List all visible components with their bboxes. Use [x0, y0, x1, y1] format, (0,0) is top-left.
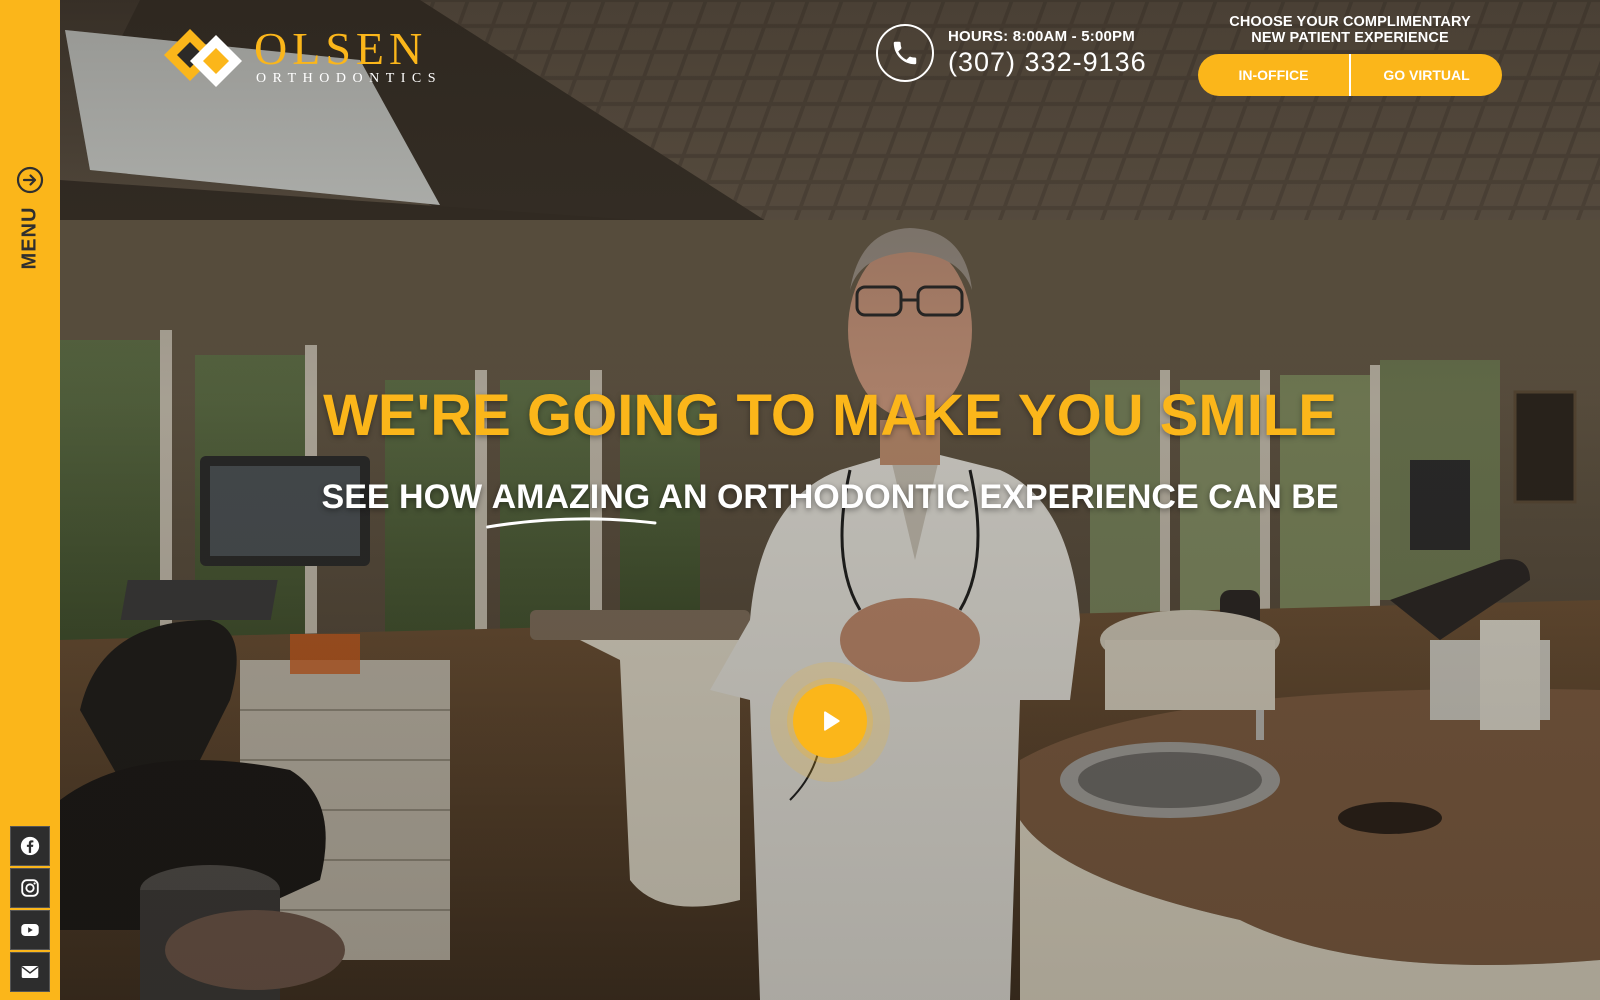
cta-button-group: IN-OFFICE GO VIRTUAL [1198, 54, 1502, 96]
play-video-button[interactable] [793, 684, 867, 758]
logo-tagline: ORTHODONTICS [256, 71, 443, 86]
hero-subheadline: SEE HOW AMAZING AN ORTHODONTIC EXPERIENC… [60, 478, 1600, 529]
new-patient-cta: CHOOSE YOUR COMPLIMENTARY NEW PATIENT EX… [1198, 14, 1502, 96]
subheadline-emphasis: AMAZING [485, 478, 657, 529]
underline-swoosh-icon [485, 517, 657, 529]
hero-headline: WE'RE GOING TO MAKE YOU SMILE [323, 383, 1337, 448]
youtube-icon [21, 924, 39, 936]
contact-block: HOURS: 8:00AM - 5:00PM (307) 332-9136 [876, 24, 1147, 82]
youtube-link[interactable] [10, 910, 50, 950]
subheadline-suffix: AN ORTHODONTIC EXPERIENCE CAN BE [650, 478, 1339, 516]
cta-title: CHOOSE YOUR COMPLIMENTARY NEW PATIENT EX… [1198, 14, 1502, 46]
in-office-button[interactable]: IN-OFFICE [1198, 54, 1349, 96]
menu-label: MENU [18, 206, 41, 270]
play-icon [824, 711, 840, 731]
menu-toggle[interactable]: MENU [0, 160, 60, 280]
go-virtual-button[interactable]: GO VIRTUAL [1349, 54, 1502, 96]
office-hours: HOURS: 8:00AM - 5:00PM [948, 28, 1135, 45]
facebook-link[interactable] [10, 826, 50, 866]
site-logo[interactable]: OLSEN ORTHODONTICS [158, 22, 458, 92]
logo-name: OLSEN [254, 23, 428, 74]
instagram-link[interactable] [10, 868, 50, 908]
phone-call-button[interactable] [876, 24, 934, 82]
cta-title-line-2: NEW PATIENT EXPERIENCE [1251, 30, 1449, 46]
left-sidebar: MENU [0, 0, 60, 1000]
phone-number-link[interactable]: (307) 332-9136 [948, 47, 1147, 78]
subheadline-prefix: SEE HOW [321, 478, 492, 516]
arrow-right-circle-icon [16, 166, 44, 194]
facebook-icon [20, 836, 40, 856]
email-link[interactable] [10, 952, 50, 992]
phone-icon [893, 41, 917, 65]
logo-diamond-icon [164, 29, 242, 87]
email-icon [21, 966, 39, 978]
cta-title-line-1: CHOOSE YOUR COMPLIMENTARY [1229, 14, 1471, 30]
instagram-icon [21, 879, 39, 897]
